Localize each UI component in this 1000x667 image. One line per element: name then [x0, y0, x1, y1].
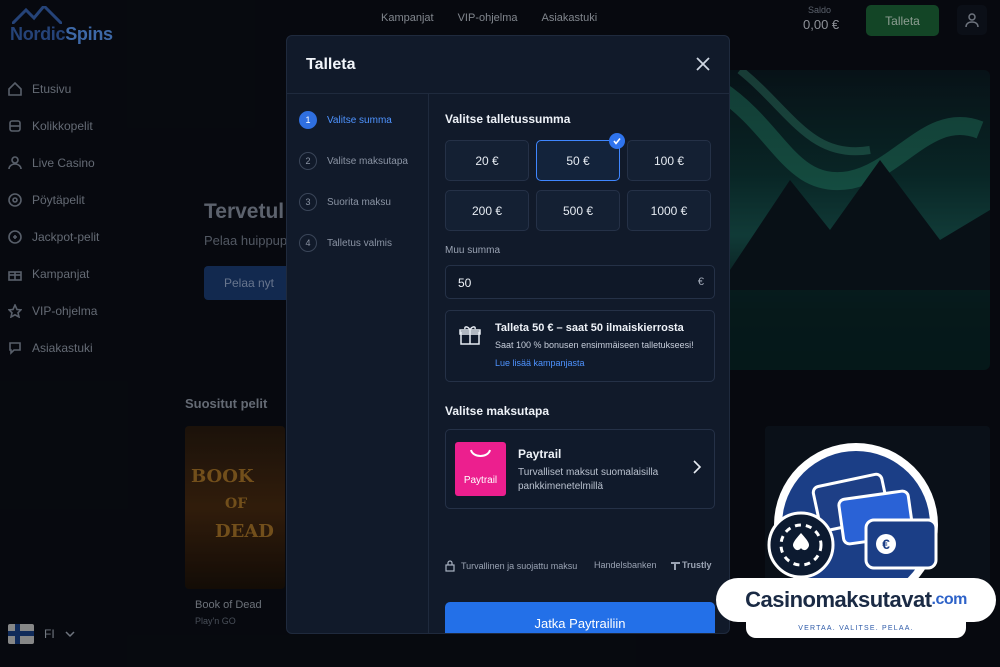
close-icon[interactable]: [693, 54, 713, 74]
bank-logo-handelsbanken: Handelsbanken: [594, 560, 657, 570]
gift-icon: [459, 326, 481, 345]
amount-option-500[interactable]: 500 €: [536, 190, 620, 231]
paytrail-logo: Paytrail: [455, 442, 506, 496]
trustly-logo: Trustly: [671, 560, 712, 570]
payment-option-paytrail[interactable]: Paytrail Paytrail Turvalliset maksut suo…: [445, 429, 715, 509]
secure-payment-note: Turvallinen ja suojattu maksu: [445, 560, 577, 572]
deposit-modal: Talleta 1 Valitse summa 2 Valitse maksutap…: [286, 35, 730, 634]
modal-title: Talleta: [306, 56, 356, 73]
chevron-right-icon: [693, 460, 702, 474]
amount-option-200[interactable]: 200 €: [445, 190, 529, 231]
modal-header: Talleta: [287, 36, 729, 94]
shopping-bag-icon: [470, 449, 491, 457]
bonus-subtitle: Saat 100 % bonusen ensimmäiseen talletuk…: [495, 340, 694, 350]
amount-option-20[interactable]: 20 €: [445, 140, 529, 181]
amount-option-100[interactable]: 100 €: [627, 140, 711, 181]
bonus-title: Talleta 50 € – saat 50 ilmaiskierrosta: [495, 322, 684, 334]
check-icon: [609, 133, 625, 149]
payment-name: Paytrail: [518, 447, 562, 461]
lock-icon: [445, 560, 455, 572]
deposit-steps: 1 Valitse summa 2 Valitse maksutapa 3 Suori…: [287, 94, 429, 633]
amount-option-1000[interactable]: 1000 €: [627, 190, 711, 231]
svg-text:€: €: [882, 536, 890, 552]
payment-heading: Valitse maksutapa: [445, 404, 550, 418]
watermark-tagline: VERTAA. VALITSE. PELAA.: [746, 622, 966, 638]
custom-amount-input[interactable]: 50 €: [445, 265, 715, 299]
bonus-info-box: Talleta 50 € – saat 50 ilmaiskierrosta S…: [445, 310, 715, 382]
step-suorita-maksu[interactable]: 3 Suorita maksu: [299, 193, 391, 211]
payment-description: Turvalliset maksut suomalaisilla pankkim…: [518, 467, 659, 492]
casinomaksutavat-watermark: € Casinomaksutavat .com VERTAA. VALITSE. …: [716, 440, 996, 655]
step-valitse-summa[interactable]: 1 Valitse summa: [299, 111, 392, 129]
step-valitse-maksutapa[interactable]: 2 Valitse maksutapa: [299, 152, 408, 170]
watermark-title: Casinomaksutavat .com: [716, 578, 996, 622]
step-talletus-valmis[interactable]: 4 Talletus valmis: [299, 234, 392, 252]
bonus-link[interactable]: Lue lisää kampanjasta: [495, 358, 585, 368]
amount-heading: Valitse talletussumma: [445, 112, 571, 126]
trustly-icon: [671, 561, 680, 570]
wallet-cards-emblem-icon: €: [767, 443, 938, 585]
amount-option-50[interactable]: 50 €: [536, 133, 625, 181]
custom-amount-label: Muu summa: [445, 245, 501, 256]
continue-paytrail-button[interactable]: Jatka Paytrailiin: [445, 602, 715, 633]
